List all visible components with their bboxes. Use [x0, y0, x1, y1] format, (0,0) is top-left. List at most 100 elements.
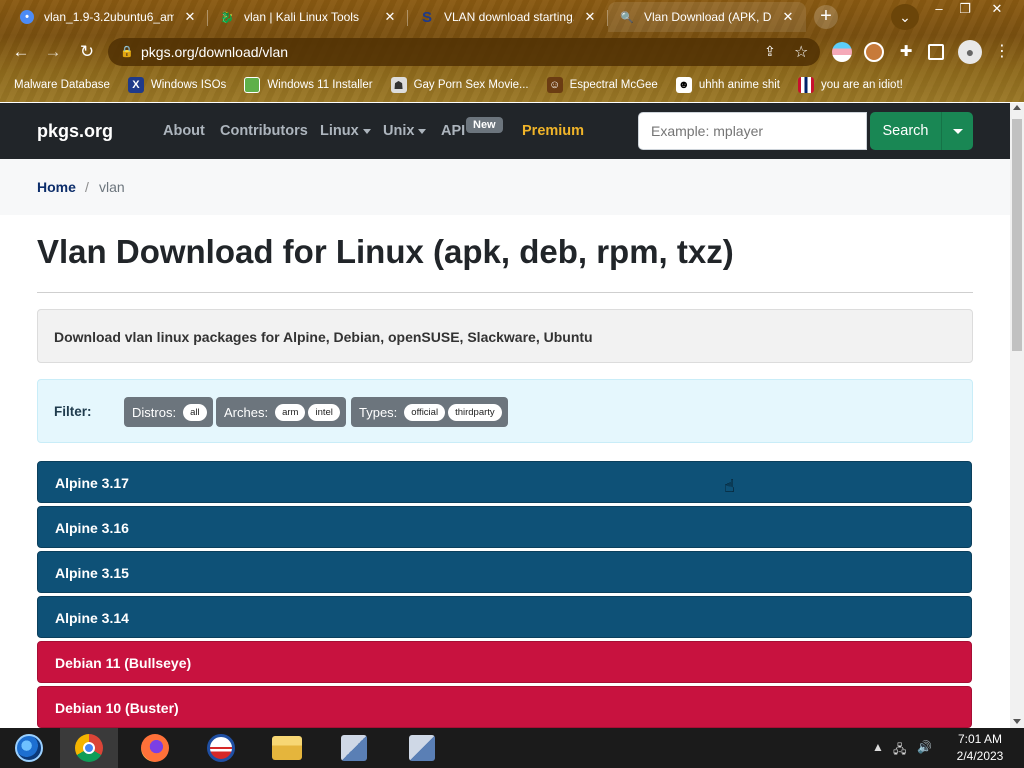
network-tray-icon[interactable]: 🖧 — [893, 740, 906, 761]
new-badge: New — [466, 117, 503, 133]
page-scrollbar[interactable] — [1010, 103, 1024, 728]
taskbar: ▲ 🖧 🔊 7:01 AM 2/4/2023 — [0, 728, 1024, 768]
bookmark-star-icon[interactable]: ☆ — [794, 42, 808, 62]
image-icon — [244, 77, 261, 93]
nav-premium[interactable]: Premium — [522, 123, 584, 139]
search-input[interactable] — [638, 112, 867, 150]
search-favicon-icon: 🔍 — [620, 11, 634, 24]
start-button[interactable] — [0, 728, 58, 768]
reload-button[interactable]: ↻ — [76, 41, 98, 63]
distro-accordion-debian-11[interactable]: Debian 11 (Bullseye) — [37, 641, 972, 683]
file-explorer-icon — [272, 736, 302, 760]
site-brand[interactable]: pkgs.org — [37, 121, 113, 142]
close-icon[interactable]: ✕ — [582, 9, 598, 25]
filter-distros[interactable]: Distros: all — [124, 397, 213, 427]
extension-flag-icon[interactable] — [832, 42, 852, 62]
tab-vlan-download-starting[interactable]: S VLAN download starting... ✕ — [408, 2, 608, 32]
nav-api[interactable]: API — [441, 123, 465, 139]
close-icon[interactable]: ✕ — [780, 9, 796, 25]
site-navbar: pkgs.org About Contributors Linux Unix A… — [0, 103, 1010, 159]
side-panel-icon[interactable] — [928, 44, 944, 60]
lock-icon[interactable]: 🔒 — [120, 45, 134, 59]
bookmark-movie-site[interactable]: ☗ Gay Porn Sex Movie... — [390, 77, 529, 93]
scroll-down-arrow-icon[interactable] — [1013, 719, 1021, 724]
bookmark-windows-isos[interactable]: X Windows ISOs — [127, 77, 226, 93]
anime-icon: ☻ — [675, 77, 692, 93]
divider — [37, 292, 973, 293]
tab-vlan-deb[interactable]: • vlan_1.9-3.2ubuntu6_amd ✕ — [8, 2, 208, 32]
s-logo-icon: S — [421, 8, 432, 26]
breadcrumb: Home / vlan — [0, 159, 1010, 215]
distro-accordion-debian-10[interactable]: Debian 10 (Buster) — [37, 686, 972, 728]
tray-expand-icon[interactable]: ▲ — [872, 740, 884, 754]
bookmark-espectral-mcgee[interactable]: ☺ Espectral McGee — [546, 77, 658, 93]
taskbar-obama-app[interactable] — [192, 728, 250, 768]
extensions-puzzle-icon[interactable]: ✚ — [896, 42, 916, 62]
start-orb-icon — [15, 734, 43, 762]
back-button[interactable]: ← — [10, 41, 32, 63]
bookmark-icon: ☗ — [390, 77, 407, 93]
nav-about[interactable]: About — [163, 123, 205, 139]
distro-accordion-alpine-3-16[interactable]: Alpine 3.16 — [37, 506, 972, 548]
nav-unix-dropdown[interactable]: Unix — [383, 123, 427, 139]
lead-description: Download vlan linux packages for Alpine,… — [37, 309, 973, 363]
distro-accordion-alpine-3-15[interactable]: Alpine 3.15 — [37, 551, 972, 593]
new-tab-button[interactable]: + — [814, 5, 838, 29]
filter-label: Filter: — [54, 404, 92, 419]
taskbar-clock[interactable]: 7:01 AM 2/4/2023 — [945, 731, 1015, 765]
bookmark-windows-11-installer[interactable]: Windows 11 Installer — [244, 77, 373, 93]
close-icon[interactable]: ✕ — [182, 9, 198, 25]
address-bar[interactable]: 🔒 pkgs.org/download/vlan ⇪ ☆ — [108, 38, 820, 66]
bookmarks-bar: Malware Database X Windows ISOs Windows 1… — [0, 72, 1024, 98]
taskbar-firefox[interactable] — [126, 728, 184, 768]
close-icon[interactable]: ✕ — [382, 9, 398, 25]
bookmark-malware-database[interactable]: Malware Database — [14, 79, 110, 91]
breadcrumb-current: vlan — [99, 179, 125, 195]
filter-arches[interactable]: Arches: arm intel — [216, 397, 346, 427]
filter-chip-intel[interactable]: intel — [308, 403, 340, 421]
tab-strip: • vlan_1.9-3.2ubuntu6_amd ✕ 🐉 vlan | Kal… — [0, 0, 1024, 34]
filter-chip-official[interactable]: official — [404, 403, 446, 421]
tab-pkgs-vlan[interactable]: 🔍 Vlan Download (APK, DEB ✕ — [608, 2, 806, 32]
distro-accordion-alpine-3-14[interactable]: Alpine 3.14 — [37, 596, 972, 638]
search-button[interactable]: Search — [870, 112, 941, 150]
scroll-up-arrow-icon[interactable] — [1013, 105, 1021, 110]
profile-avatar-icon[interactable]: ● — [958, 40, 982, 64]
breadcrumb-home[interactable]: Home — [37, 179, 76, 195]
distro-accordion-alpine-3-17[interactable]: Alpine 3.17 — [37, 461, 972, 503]
nav-linux-dropdown[interactable]: Linux — [320, 123, 371, 139]
network-setup-icon — [409, 735, 435, 761]
avatar-icon: ☺ — [546, 77, 563, 93]
bookmark-you-are-an-idiot[interactable]: you are an idiot! — [798, 77, 903, 93]
filter-panel: Filter: Distros: all Arches: arm intel T… — [37, 379, 973, 443]
minimize-button[interactable]: – — [926, 0, 952, 18]
search-dropdown-toggle[interactable] — [941, 112, 973, 150]
page-title: Vlan Download for Linux (apk, deb, rpm, … — [37, 233, 734, 270]
taskbar-network-setup-1[interactable] — [325, 728, 383, 768]
browser-chrome: • vlan_1.9-3.2ubuntu6_amd ✕ 🐉 vlan | Kal… — [0, 0, 1024, 102]
extension-avatar-icon[interactable] — [864, 42, 884, 62]
taskbar-chrome[interactable] — [60, 728, 118, 768]
forward-button[interactable]: → — [42, 41, 64, 63]
scrollbar-thumb[interactable] — [1012, 119, 1022, 351]
menu-kebab-icon[interactable]: ⋮ — [994, 41, 1010, 61]
taskbar-file-explorer[interactable] — [258, 728, 316, 768]
taskbar-network-setup-2[interactable] — [393, 728, 451, 768]
filter-types[interactable]: Types: official thirdparty — [351, 397, 508, 427]
nav-contributors[interactable]: Contributors — [220, 123, 308, 139]
filter-chip-arm[interactable]: arm — [275, 403, 306, 421]
toolbar: ← → ↻ 🔒 pkgs.org/download/vlan ⇪ ☆ ✚ ● ⋮ — [0, 34, 1024, 70]
filter-chip-all[interactable]: all — [183, 403, 207, 421]
chevron-down-icon — [362, 128, 371, 134]
kali-dragon-icon: 🐉 — [220, 11, 234, 24]
tab-kali-tools[interactable]: 🐉 vlan | Kali Linux Tools ✕ — [208, 2, 408, 32]
volume-tray-icon[interactable]: 🔊 — [917, 740, 932, 754]
tab-search-button[interactable]: ⌄ — [891, 4, 919, 30]
filter-chip-thirdparty[interactable]: thirdparty — [448, 403, 502, 421]
chrome-icon — [75, 734, 103, 762]
share-icon[interactable]: ⇪ — [764, 43, 776, 60]
close-window-button[interactable]: ✕ — [984, 0, 1010, 18]
restore-button[interactable]: ❐ — [952, 0, 978, 18]
bookmark-anime[interactable]: ☻ uhhh anime shit — [675, 77, 780, 93]
breadcrumb-separator: / — [85, 179, 89, 195]
